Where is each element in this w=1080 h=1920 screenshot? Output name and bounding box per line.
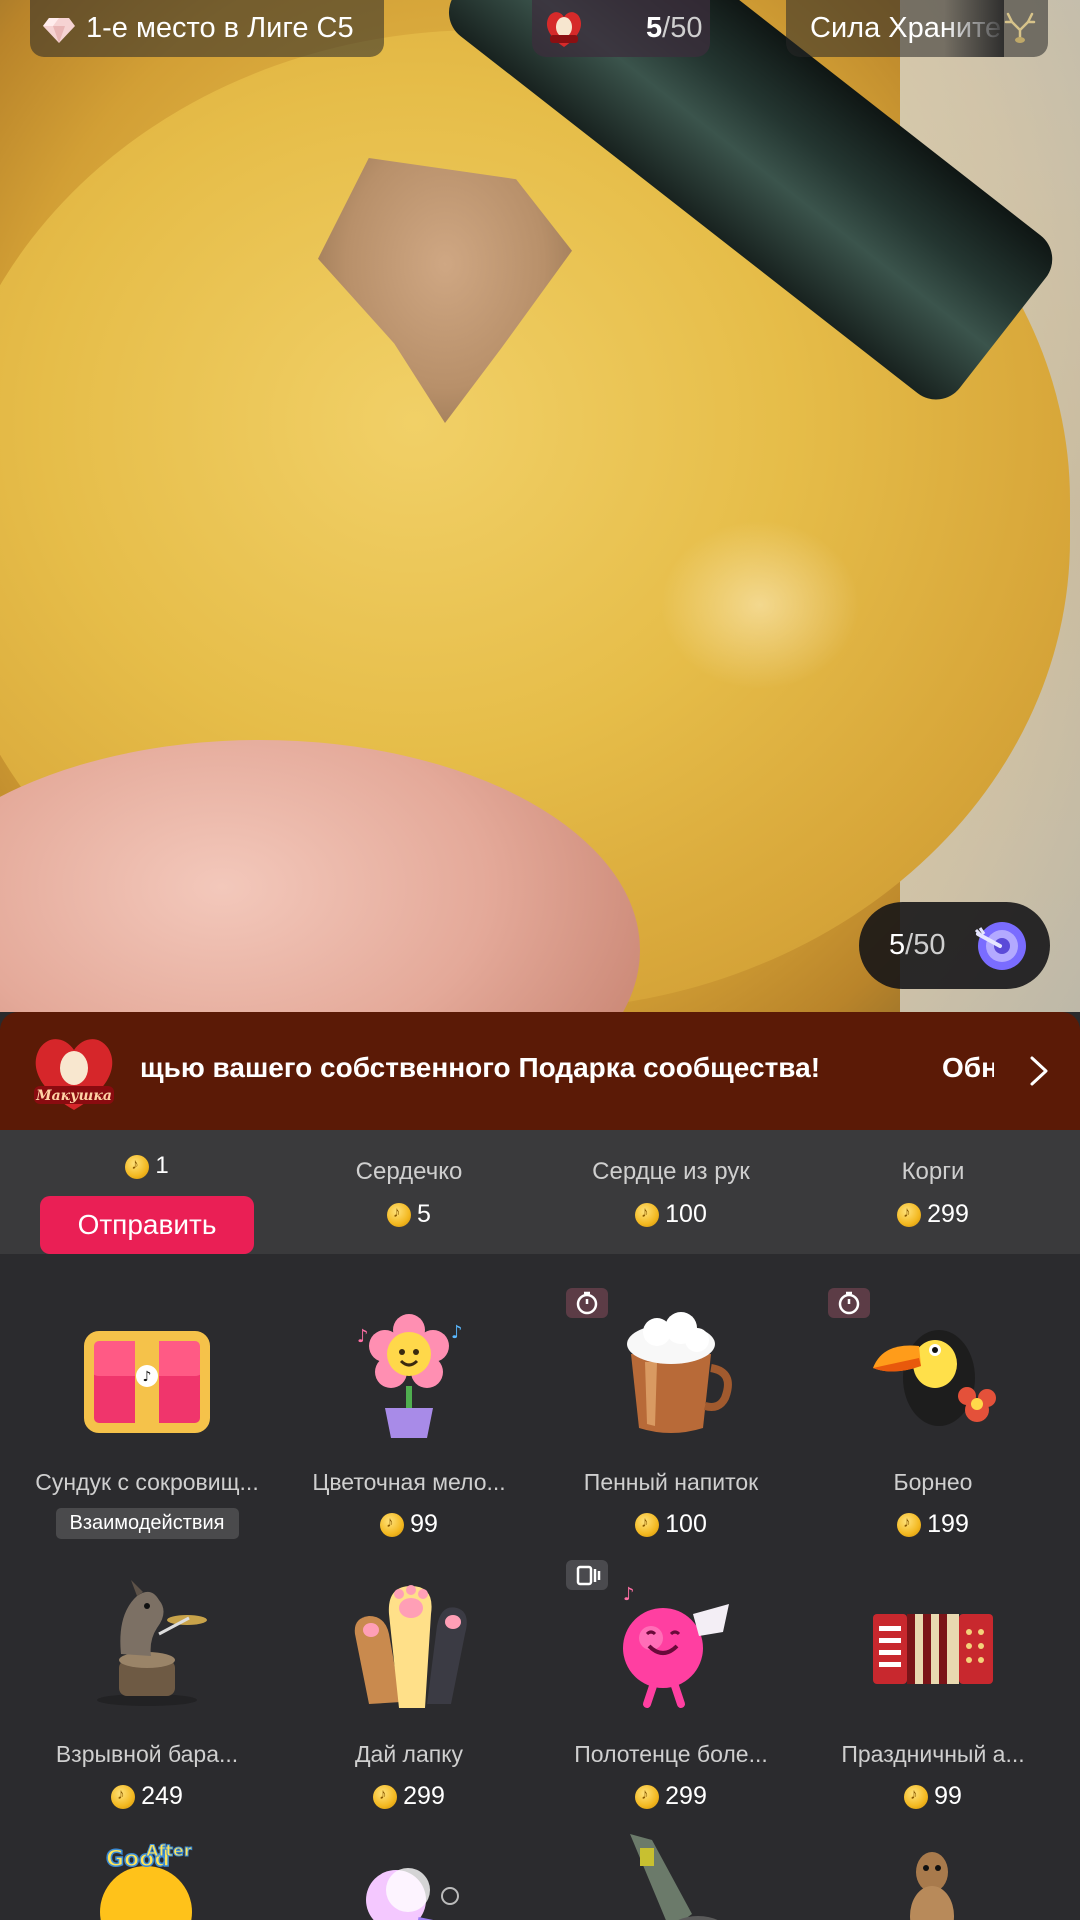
gift-panel: 1 Отправить Сердечко 5 Сердце из рук 100…	[0, 1130, 1080, 1920]
gift-name: Праздничный а...	[841, 1741, 1025, 1767]
selected-gift[interactable]: 1 Отправить	[40, 1146, 254, 1254]
video-highlight	[660, 520, 860, 690]
host-avatar	[546, 11, 582, 47]
live-video[interactable]	[0, 0, 1080, 1012]
gift-item-heart[interactable]: Сердечко 5	[278, 1158, 540, 1229]
community-gift-banner[interactable]: Макушка щью вашего собственного Подарка …	[0, 1012, 1080, 1130]
toucan-icon	[873, 1330, 996, 1426]
flower-pot-icon: ♪ ♪	[357, 1314, 463, 1438]
foam-drink-icon	[627, 1312, 732, 1433]
gift-item-give-paw[interactable]: Дай лапку 299	[278, 1574, 540, 1811]
league-rank-pill[interactable]: 1-е место в Лиге С5	[30, 0, 384, 57]
gift-price: 299	[540, 1782, 802, 1811]
paws-icon	[354, 1585, 467, 1708]
rocket-icon[interactable]	[600, 1834, 740, 1920]
gift-name: Корги	[901, 1158, 965, 1185]
chevron-right-icon[interactable]	[1028, 1054, 1050, 1088]
coin-icon	[373, 1784, 398, 1809]
coin-icon	[111, 1784, 136, 1809]
gift-item-flower-melody[interactable]: ♪ ♪ Цветочная мело... 99	[278, 1302, 540, 1539]
svg-text:♪: ♪	[357, 1326, 369, 1347]
towel-ball-icon: ♪	[623, 1584, 729, 1708]
gift-price: 299	[802, 1200, 1064, 1229]
selected-gift-price: 1	[40, 1152, 254, 1180]
gift-goal-pill[interactable]: 5/50	[859, 902, 1050, 989]
gift-name: Полотенце боле...	[574, 1741, 768, 1767]
svg-text:♪: ♪	[143, 1369, 152, 1385]
coin-icon	[904, 1784, 929, 1809]
gift-item-borneo[interactable]: Борнео 199	[802, 1288, 1064, 1539]
gift-name: Дай лапку	[354, 1741, 464, 1767]
accordion-icon	[873, 1614, 993, 1684]
coin-icon	[380, 1512, 405, 1537]
gift-item-treasure-chest[interactable]: ♪ Сундук с сокровищ... Взаимодействия	[16, 1302, 278, 1539]
gift-price: 100	[540, 1510, 802, 1539]
treasure-chest-icon: ♪	[84, 1331, 210, 1433]
antlers-icon	[1004, 12, 1036, 43]
gift-price: 5	[278, 1200, 540, 1229]
meerkat-icon[interactable]	[862, 1832, 1002, 1920]
gift-name: Взрывной бара...	[55, 1741, 239, 1767]
gift-name: Цветочная мело...	[312, 1469, 506, 1495]
gift-item-foam-drink[interactable]: Пенный напиток 100	[540, 1288, 802, 1539]
gift-row-selected: 1 Отправить Сердечко 5 Сердце из рук 100…	[0, 1130, 1080, 1254]
gift-price: 100	[540, 1200, 802, 1229]
interactions-tag: Взаимодействия	[55, 1508, 239, 1539]
coin-icon	[387, 1202, 412, 1227]
host-counter-text: 5/50	[646, 12, 703, 44]
coin-icon	[897, 1202, 922, 1227]
gift-price: 99	[278, 1510, 540, 1539]
coin-icon	[635, 1512, 660, 1537]
gift-item-towel[interactable]: ♪ Полотенце боле... 299	[540, 1560, 802, 1811]
league-rank-text: 1-е место в Лиге С5	[86, 12, 354, 44]
gift-name: Пенный напиток	[583, 1469, 759, 1495]
diamond-icon	[43, 17, 75, 43]
coin-icon	[125, 1154, 150, 1179]
svg-text:♪: ♪	[451, 1322, 463, 1343]
power-pill[interactable]: Сила Храните	[786, 0, 1048, 57]
goal-text: 5/50	[889, 929, 946, 961]
gift-item-accordion[interactable]: Праздничный а... 99	[802, 1574, 1064, 1811]
host-gift-counter[interactable]: 5/50	[532, 0, 710, 57]
gift-item-drummer[interactable]: Взрывной бара... 249	[16, 1574, 278, 1811]
svg-text:Макушка: Макушка	[35, 1088, 112, 1104]
gift-name: Сердечко	[355, 1158, 463, 1185]
drummer-icon	[97, 1580, 207, 1706]
gift-name: Сердце из рук	[592, 1158, 750, 1185]
banner-more-link[interactable]: Обновить	[942, 1052, 994, 1084]
good-afternoon-sun-icon[interactable]: Good After	[76, 1832, 216, 1920]
gift-name: Сундук с сокровищ...	[35, 1469, 259, 1495]
cotton-candy-icon[interactable]	[338, 1830, 478, 1920]
svg-text:♪: ♪	[623, 1584, 635, 1605]
coin-icon	[897, 1512, 922, 1537]
coin-icon	[635, 1784, 660, 1809]
coin-icon	[635, 1202, 660, 1227]
gift-item-hands-heart[interactable]: Сердце из рук 100	[540, 1158, 802, 1229]
gift-name: Борнео	[893, 1469, 973, 1495]
gift-price: 249	[16, 1782, 278, 1811]
send-button[interactable]: Отправить	[40, 1196, 254, 1254]
gift-item-corgi[interactable]: Корги 299	[802, 1158, 1064, 1229]
banner-message: щью вашего собственного Подарка сообщест…	[140, 1052, 821, 1083]
gift-price: 299	[278, 1782, 540, 1811]
svg-text:After: After	[146, 1841, 192, 1860]
gift-price: 99	[802, 1782, 1064, 1811]
community-logo: Макушка	[34, 1039, 114, 1110]
gift-price: 199	[802, 1510, 1064, 1539]
target-icon	[974, 922, 1026, 970]
